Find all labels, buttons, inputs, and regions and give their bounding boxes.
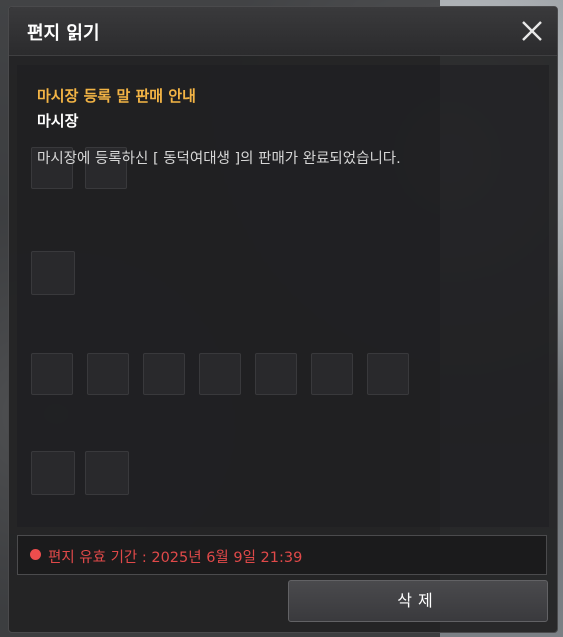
delete-button[interactable]: 삭제 xyxy=(288,580,548,622)
close-icon xyxy=(522,21,542,41)
ghost-item-icon xyxy=(143,353,185,395)
ghost-item-icon xyxy=(255,353,297,395)
close-button[interactable] xyxy=(517,16,547,46)
dialog-titlebar: 편지 읽기 xyxy=(9,7,557,56)
read-mail-dialog: 편지 읽기 마시장 등록 말 판매 안내 마시장 마시장에 등록하신 [ 동덕여… xyxy=(8,6,558,633)
ghost-item-icon xyxy=(87,353,129,395)
ghost-item-icon xyxy=(85,451,129,495)
expiry-text: 편지 유효 기간 : 2025년 6월 9일 21:39 xyxy=(48,550,303,566)
mail-content: 마시장 등록 말 판매 안내 마시장 마시장에 등록하신 [ 동덕여대생 ]의 … xyxy=(17,65,549,527)
expiry-bar: 편지 유효 기간 : 2025년 6월 9일 21:39 xyxy=(17,535,547,575)
ghost-item-icon xyxy=(31,251,75,295)
mail-body: 마시장에 등록하신 [ 동덕여대생 ]의 판매가 완료되었습니다. xyxy=(37,151,401,167)
ghost-item-icon xyxy=(367,353,409,395)
dialog-title: 편지 읽기 xyxy=(27,23,100,44)
ghost-item-icon xyxy=(311,353,353,395)
expiry-dot-icon xyxy=(30,549,41,560)
mail-subject: 마시장 등록 말 판매 안내 xyxy=(37,87,196,105)
ghost-item-icon xyxy=(199,353,241,395)
ghost-item-icon xyxy=(31,451,75,495)
mail-sender: 마시장 xyxy=(37,112,79,130)
ghost-item-icon xyxy=(31,353,73,395)
